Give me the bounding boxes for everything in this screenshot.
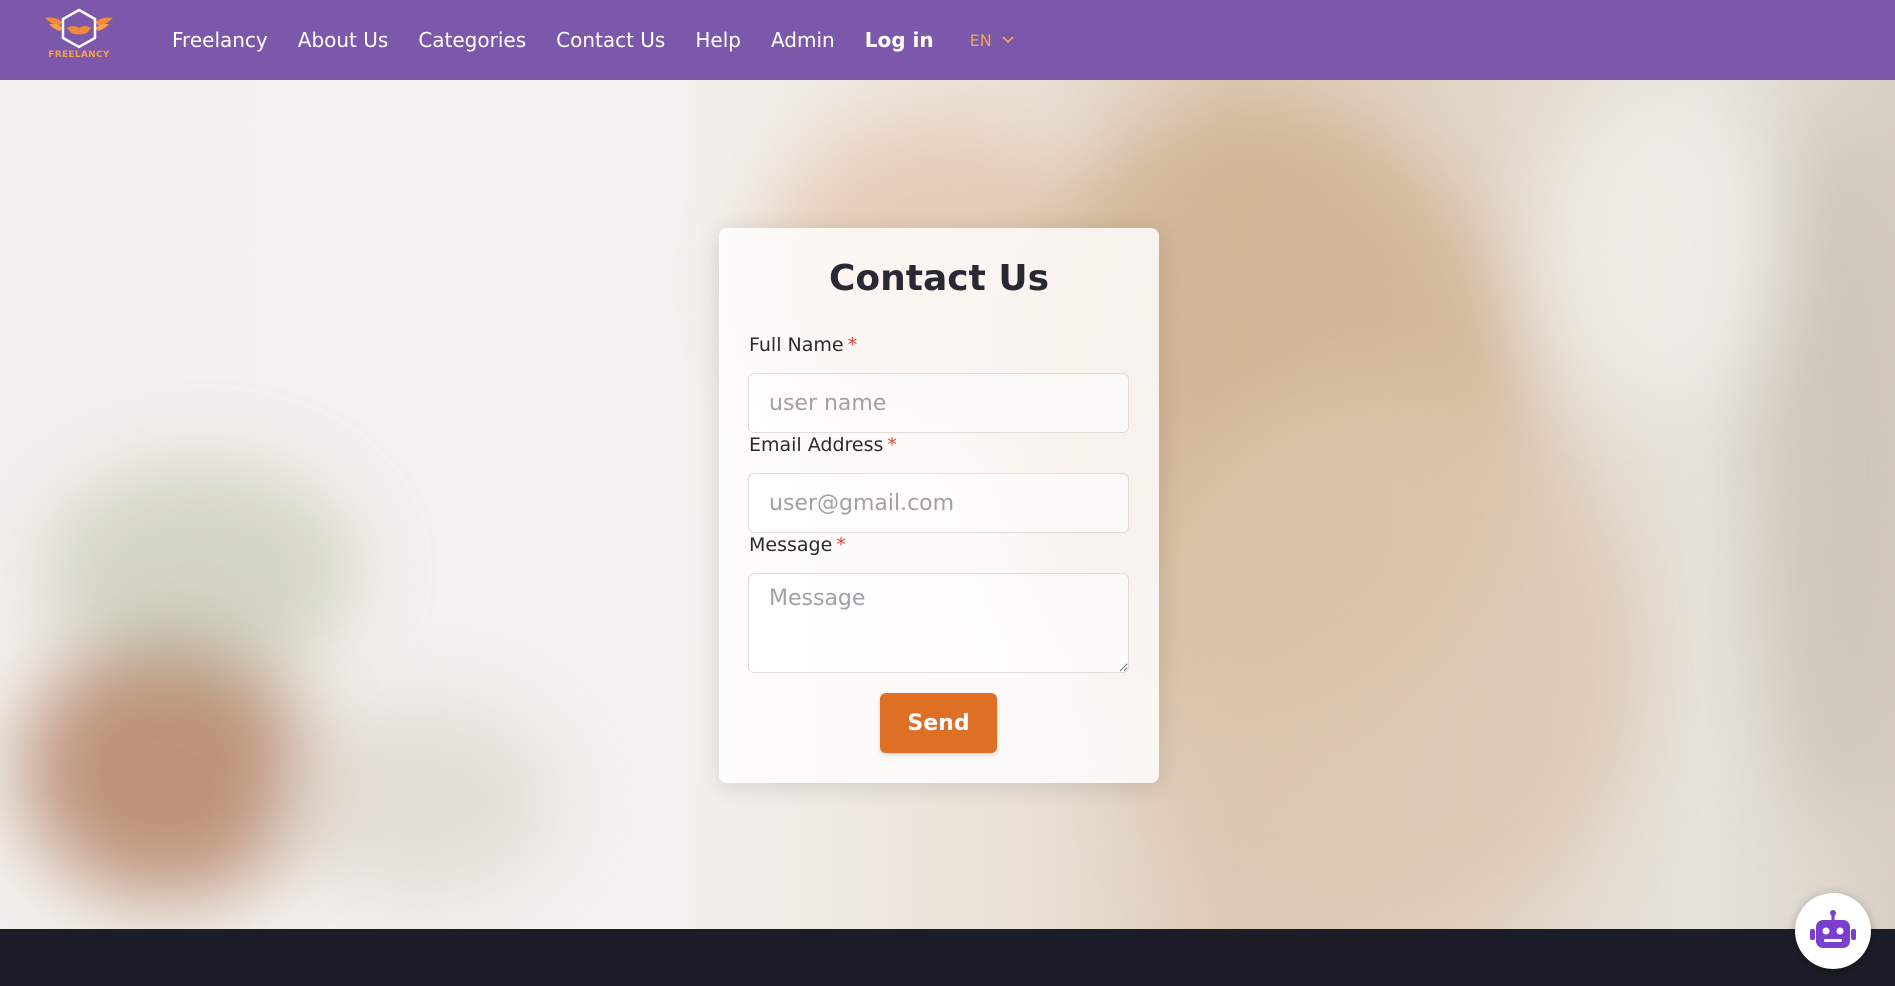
chatbot-button[interactable] bbox=[1795, 893, 1871, 969]
nav-link-categories[interactable]: Categories bbox=[418, 28, 526, 52]
handshake-logo-icon bbox=[45, 8, 113, 49]
footer bbox=[0, 929, 1895, 986]
nav-link-admin[interactable]: Admin bbox=[771, 28, 835, 52]
full-name-label: Full Name * bbox=[749, 334, 857, 356]
nav-link-freelancy[interactable]: Freelancy bbox=[172, 28, 268, 52]
background-blur bbox=[280, 700, 560, 900]
login-link[interactable]: Log in bbox=[865, 28, 934, 52]
full-name-input[interactable] bbox=[748, 373, 1129, 433]
background-blur bbox=[1120, 380, 1640, 929]
message-label-text: Message bbox=[749, 534, 833, 556]
background-blur bbox=[40, 460, 360, 680]
language-label: EN bbox=[969, 30, 992, 50]
form-title: Contact Us bbox=[828, 258, 1050, 299]
email-label-text: Email Address bbox=[749, 434, 884, 456]
required-marker: * bbox=[836, 534, 846, 556]
message-label: Message * bbox=[749, 534, 846, 556]
nav-link-about-us[interactable]: About Us bbox=[298, 28, 389, 52]
contact-form: Contact Us Full Name* Email Address* Mes… bbox=[719, 228, 1159, 783]
send-button[interactable]: Send bbox=[880, 693, 997, 753]
brand-logo[interactable]: FREELANCY bbox=[40, 8, 118, 66]
top-navbar: FREELANCY Freelancy About Us Categories … bbox=[0, 0, 1895, 80]
nav-link-help[interactable]: Help bbox=[695, 28, 741, 52]
chevron-down-icon bbox=[1002, 36, 1014, 44]
background-blur bbox=[20, 640, 310, 900]
background-blur bbox=[1760, 120, 1895, 820]
nav-link-contact-us[interactable]: Contact Us bbox=[556, 28, 665, 52]
message-textarea[interactable] bbox=[748, 573, 1129, 673]
robot-icon bbox=[1810, 910, 1856, 948]
brand-name: FREELANCY bbox=[48, 50, 110, 60]
language-selector[interactable]: EN bbox=[970, 31, 1014, 50]
required-marker: * bbox=[847, 334, 858, 356]
required-marker: * bbox=[887, 434, 897, 456]
email-input[interactable] bbox=[748, 473, 1129, 533]
email-label: Email Address * bbox=[749, 434, 897, 456]
full-name-label-text: Full Name bbox=[749, 334, 844, 356]
background-blur bbox=[1540, 80, 1770, 410]
nav-links: Freelancy About Us Categories Contact Us… bbox=[172, 0, 1014, 80]
